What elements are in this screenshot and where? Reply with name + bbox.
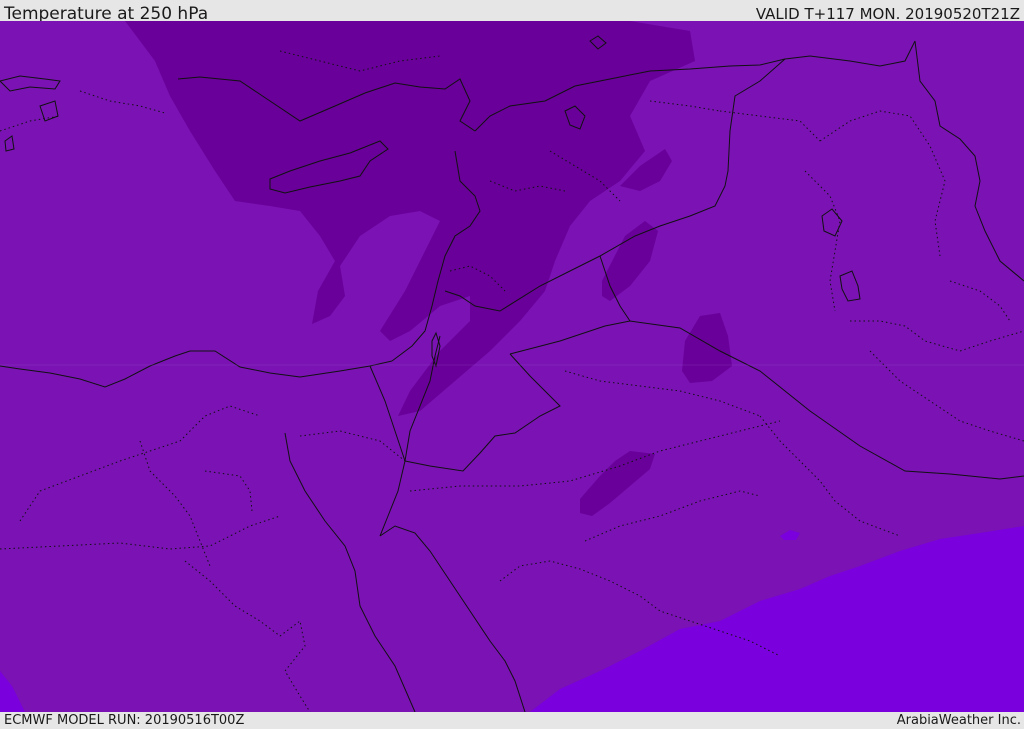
- footer-bar: ECMWF MODEL RUN: 20190516T00Z ArabiaWeat…: [0, 712, 1024, 729]
- model-run-label: ECMWF MODEL RUN: 20190516T00Z: [4, 713, 245, 728]
- header-bar: Temperature at 250 hPa VALID T+117 MON. …: [0, 0, 1024, 24]
- temperature-map: [0, 21, 1024, 712]
- map-panel[interactable]: [0, 21, 1024, 712]
- credit-label: ArabiaWeather Inc.: [896, 713, 1021, 728]
